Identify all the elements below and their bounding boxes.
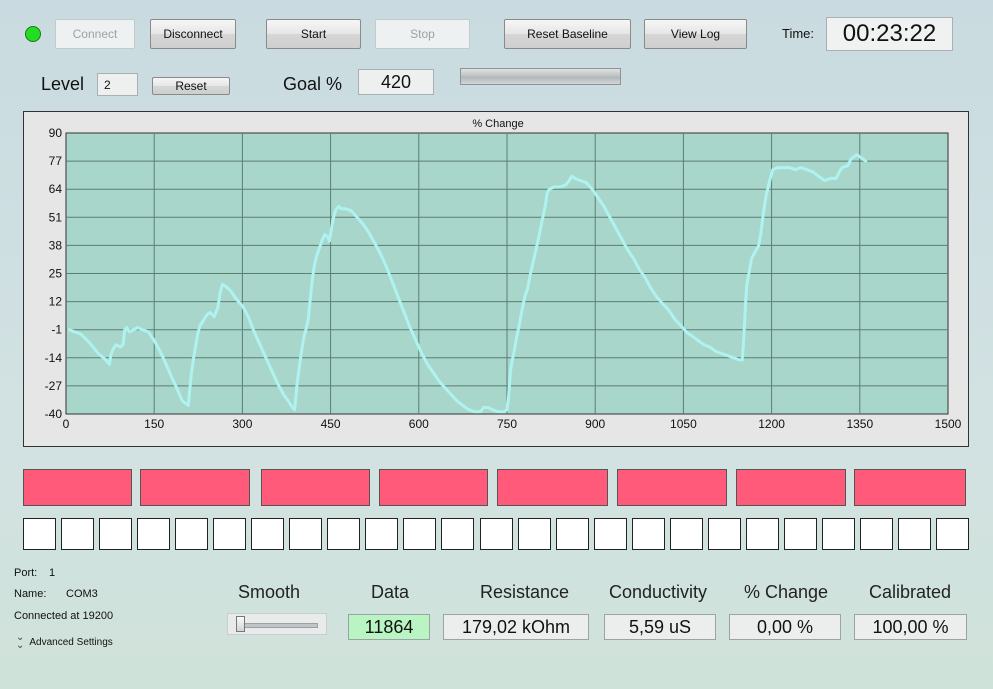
goal-progress-bar [460,68,621,85]
level-indicator [556,518,589,550]
data-value: 11864 [348,614,430,640]
smooth-slider[interactable] [227,613,327,635]
level-indicator [632,518,665,550]
percent-change-chart: 0 150 300 450 600 750 900 1050 1200 1350 1500 90 77 6… [45,118,962,431]
y-tick-label: 12 [49,295,63,309]
x-tick-label: 150 [144,417,164,431]
x-tick-label: 1350 [846,417,873,431]
level-indicator [898,518,931,550]
x-tick-label: 300 [232,417,252,431]
data-label: Data [371,582,410,602]
level-indicator [175,518,208,550]
level-indicator [213,518,246,550]
y-tick-label: 25 [49,267,63,281]
name-value: COM3 [66,588,98,600]
x-tick-label: 600 [409,417,429,431]
x-tick-label: 450 [321,417,341,431]
level-indicator [784,518,817,550]
chart-title: % Change [472,118,523,130]
connected-status-text: Connected at 19200 [14,610,114,622]
advanced-settings-toggle[interactable]: ⌄ ⌄ Advanced Settings [16,632,113,651]
level-indicator [936,518,969,550]
time-display: 00:23:22 [826,17,953,51]
level-indicator [670,518,703,550]
view-log-button[interactable]: View Log [644,19,747,49]
level-indicator [822,518,855,550]
goal-label: Goal % [283,74,343,94]
y-tick-label: 90 [49,126,63,140]
level-indicator [289,518,322,550]
y-tick-label: -1 [51,323,62,337]
goal-indicator [379,469,488,506]
conductivity-value: 5,59 uS [604,614,716,640]
goal-indicator [617,469,727,506]
level-indicator [61,518,94,550]
connection-status-led [25,26,41,42]
level-indicator [441,518,474,550]
time-label: Time: [782,26,815,41]
y-tick-label: 51 [49,210,63,224]
advanced-settings-label: Advanced Settings [29,636,113,648]
level-reset-button[interactable]: Reset [152,77,230,95]
goal-field[interactable]: 420 [358,69,434,95]
level-indicator [594,518,627,550]
level-indicator [137,518,170,550]
y-tick-label: -14 [45,351,63,365]
goal-indicator [140,469,250,506]
level-field[interactable]: 2 [97,73,138,96]
level-label: Level [41,74,85,94]
connect-button[interactable]: Connect [55,19,135,49]
level-indicator [327,518,360,550]
slider-thumb[interactable] [236,616,245,632]
x-tick-label: 900 [585,417,605,431]
reset-baseline-button[interactable]: Reset Baseline [504,19,631,49]
double-chevron-down-icon: ⌄ ⌄ [16,632,25,651]
x-tick-label: 1200 [758,417,785,431]
port-label: Port: [14,567,38,579]
calibrated-label: Calibrated [869,582,952,602]
y-tick-label: -40 [45,407,63,421]
start-button[interactable]: Start [266,19,361,49]
pct-change-value: 0,00 % [729,614,841,640]
level-indicator [99,518,132,550]
x-tick-label: 1050 [670,417,697,431]
level-indicator [518,518,551,550]
y-tick-label: 64 [49,182,63,196]
x-tick-label: 750 [497,417,517,431]
name-label: Name: [14,588,47,600]
goal-indicator [497,469,608,506]
y-tick-label: 77 [49,154,63,168]
port-value: 1 [49,567,56,579]
goal-indicator [261,469,370,506]
level-indicator [403,518,436,550]
level-indicator [708,518,741,550]
goal-indicator [854,469,966,506]
level-indicator [251,518,284,550]
smooth-label: Smooth [238,582,301,602]
level-indicator [480,518,513,550]
disconnect-button[interactable]: Disconnect [150,19,236,49]
level-indicator [860,518,893,550]
x-tick-label: 0 [63,417,70,431]
chart-frame: 0 150 300 450 600 750 900 1050 1200 1350 1500 90 77 6… [23,111,969,447]
level-indicator [23,518,56,550]
resistance-label: Resistance [480,582,570,602]
stop-button[interactable]: Stop [375,19,470,49]
y-tick-label: -27 [45,379,63,393]
slider-track [236,623,318,628]
pct-change-label: % Change [744,582,829,602]
level-indicator [746,518,779,550]
calibrated-value: 100,00 % [854,614,967,640]
conductivity-label: Conductivity [609,582,708,602]
y-tick-label: 38 [49,238,63,252]
goal-indicator [736,469,846,506]
resistance-value: 179,02 kOhm [443,614,589,640]
x-tick-label: 1500 [935,417,962,431]
goal-indicator [23,469,132,506]
level-indicator [365,518,398,550]
